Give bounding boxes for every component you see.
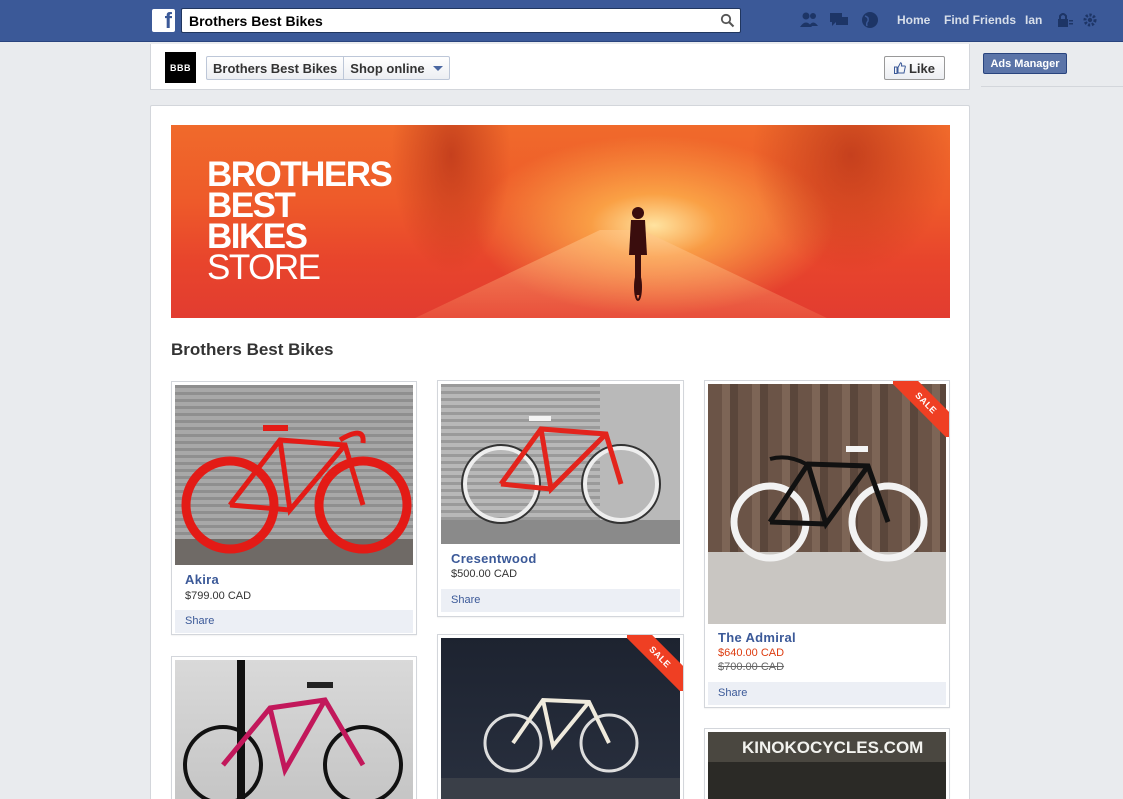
product-name[interactable]: Cresentwood xyxy=(451,551,537,566)
right-column-divider xyxy=(981,86,1123,87)
bike-illustration xyxy=(183,682,403,799)
home-link[interactable]: Home xyxy=(897,13,930,27)
breadcrumb-page-link[interactable]: Brothers Best Bikes xyxy=(207,57,345,79)
share-link[interactable]: Share xyxy=(175,610,413,633)
privacy-lock-icon[interactable] xyxy=(1055,11,1075,29)
banner-title: BROTHERS BEST BIKES STORE xyxy=(207,157,393,287)
product-sale-price: $640.00 CAD xyxy=(718,647,785,659)
search-icon[interactable] xyxy=(720,13,735,28)
breadcrumb-section-label: Shop online xyxy=(350,60,425,76)
product-card[interactable]: SALE xyxy=(437,634,684,799)
cyclist-silhouette xyxy=(629,207,647,301)
product-card-akira[interactable]: Akira $799.00 CAD Share xyxy=(171,381,417,635)
share-link[interactable]: Share xyxy=(708,682,946,705)
product-card-cresentwood[interactable]: Cresentwood $500.00 CAD Share xyxy=(437,380,684,617)
messages-icon[interactable] xyxy=(829,11,849,29)
notifications-globe-icon[interactable] xyxy=(860,11,880,29)
friend-requests-icon[interactable] xyxy=(799,11,819,29)
sale-ribbon: SALE xyxy=(627,635,683,691)
product-card[interactable] xyxy=(171,656,417,799)
page-profile-logo[interactable]: BBB xyxy=(165,52,196,83)
product-card[interactable]: KINOKOCYCLES.COM xyxy=(704,728,950,799)
shop-title: Brothers Best Bikes xyxy=(171,340,334,359)
find-friends-link[interactable]: Find Friends xyxy=(944,13,1016,27)
product-photo[interactable] xyxy=(175,385,413,565)
product-name[interactable]: The Admiral xyxy=(718,630,796,645)
bike-illustration xyxy=(461,416,661,524)
product-photo[interactable] xyxy=(175,660,413,799)
page-header: BBB Brothers Best Bikes Shop online Like xyxy=(150,44,970,90)
profile-link[interactable]: Ian xyxy=(1025,13,1042,27)
store-banner-image: BROTHERS BEST BIKES STORE xyxy=(171,125,950,318)
facebook-logo-letter: f xyxy=(164,8,172,33)
sale-ribbon: SALE xyxy=(893,381,949,437)
storefront-sign: KINOKOCYCLES.COM xyxy=(742,738,924,757)
thumbs-up-icon xyxy=(893,62,906,74)
facebook-logo[interactable]: f xyxy=(152,8,175,33)
banner-trees-right xyxy=(751,125,950,275)
product-card-the-admiral[interactable]: SALE The Admiral $640.00 CAD $700.00 CAD… xyxy=(704,380,950,708)
ads-manager-button[interactable]: Ads Manager xyxy=(983,53,1067,74)
product-price: $500.00 CAD xyxy=(451,568,518,580)
search-box[interactable] xyxy=(181,8,741,33)
product-name[interactable]: Akira xyxy=(185,572,219,587)
settings-gear-icon[interactable] xyxy=(1080,11,1100,29)
chevron-down-icon xyxy=(432,65,443,71)
product-photo[interactable] xyxy=(441,384,680,544)
top-bar: f Home Find Friends Ian xyxy=(0,0,1123,42)
product-price: $799.00 CAD xyxy=(185,590,252,602)
banner-line-4: STORE xyxy=(207,248,321,287)
shop-tab-content: BROTHERS BEST BIKES STORE Brothers Best … xyxy=(150,105,970,799)
share-link[interactable]: Share xyxy=(441,589,680,612)
sale-badge: SALE xyxy=(893,381,949,437)
like-label: Like xyxy=(908,60,935,76)
sale-badge: SALE xyxy=(627,635,683,691)
like-button[interactable]: Like xyxy=(884,56,945,80)
breadcrumb: Brothers Best Bikes Shop online xyxy=(206,56,450,80)
breadcrumb-section-dropdown[interactable]: Shop online xyxy=(344,57,448,79)
bike-illustration xyxy=(181,425,412,554)
product-original-price: $700.00 CAD xyxy=(718,661,785,673)
product-photo[interactable]: KINOKOCYCLES.COM xyxy=(708,732,946,799)
banner-trees-left xyxy=(391,125,511,275)
search-input[interactable] xyxy=(182,9,702,32)
